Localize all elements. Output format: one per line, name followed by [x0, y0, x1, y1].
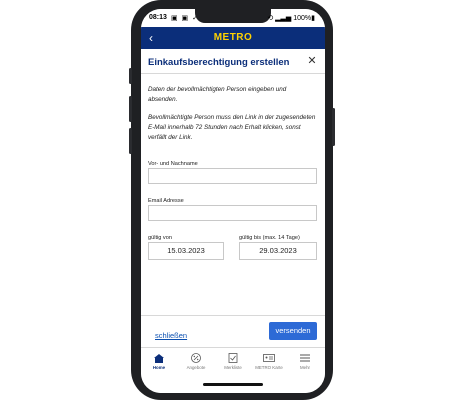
tab-label: Home [152, 365, 166, 370]
phone-power-button [332, 108, 335, 146]
tab-label: Mehr [299, 365, 310, 370]
intro-text: Daten der bevollmächtigten Person eingeb… [148, 86, 287, 103]
tab-watchlist[interactable]: Merkliste [215, 353, 251, 375]
name-label: Vor- und Nachname [148, 161, 198, 167]
back-chevron-icon[interactable]: ‹ [145, 31, 157, 45]
valid-from-label: gültig von [148, 235, 172, 241]
phone-volume-up [129, 96, 132, 122]
valid-to-label: gültig bis (max. 14 Tage) [239, 235, 300, 241]
valid-to-date-input[interactable]: 29.03.2023 [239, 242, 317, 260]
tab-home[interactable]: Home [141, 353, 177, 375]
tab-offers[interactable]: Angebote [178, 353, 214, 375]
tab-label: Angebote [186, 365, 206, 370]
status-time: 08:13 [149, 14, 167, 21]
phone-volume-down [129, 128, 132, 154]
menu-icon [300, 354, 310, 362]
title-divider [141, 73, 325, 74]
app-header: ‹ METRO [141, 27, 325, 49]
metro-logo: METRO [213, 32, 253, 43]
status-battery-signal: ⟲ ▂▃▅ 100%▮ [267, 15, 315, 22]
home-icon [154, 354, 164, 363]
email-input[interactable] [148, 205, 317, 221]
camera-notch [195, 9, 271, 23]
bottom-tab-bar: Home Angebote Merkliste METRO Karte Mehr [141, 349, 325, 393]
dialog-title: Einkaufsberechtigung erstellen [148, 57, 290, 68]
status-bar: 08:13 ▣ ▣ ✓ ⟲ ▂▃▅ 100%▮ [141, 9, 325, 27]
email-label: Email Adresse [148, 198, 184, 204]
tab-label: METRO Karte [255, 365, 283, 370]
close-link[interactable]: schließen [155, 331, 187, 340]
name-input[interactable] [148, 168, 317, 184]
link-note-text: Bevollmächtigte Person muss den Link in … [148, 114, 316, 141]
tab-metro-card[interactable]: METRO Karte [251, 353, 287, 375]
phone-screen: 08:13 ▣ ▣ ✓ ⟲ ▂▃▅ 100%▮ ‹ METRO Einkaufs… [141, 9, 325, 393]
tab-label: Merkliste [224, 365, 242, 370]
send-button[interactable]: versenden [269, 322, 317, 340]
footer-divider [141, 315, 325, 316]
home-indicator [203, 383, 263, 386]
valid-from-date-input[interactable]: 15.03.2023 [148, 242, 224, 260]
tab-more[interactable]: Mehr [287, 353, 323, 375]
percent-icon [191, 353, 201, 363]
close-icon[interactable]: ✕ [307, 55, 317, 67]
card-icon [263, 354, 275, 362]
phone-side-button [129, 68, 132, 84]
checklist-icon [228, 353, 238, 363]
tabbar-divider [141, 347, 325, 348]
